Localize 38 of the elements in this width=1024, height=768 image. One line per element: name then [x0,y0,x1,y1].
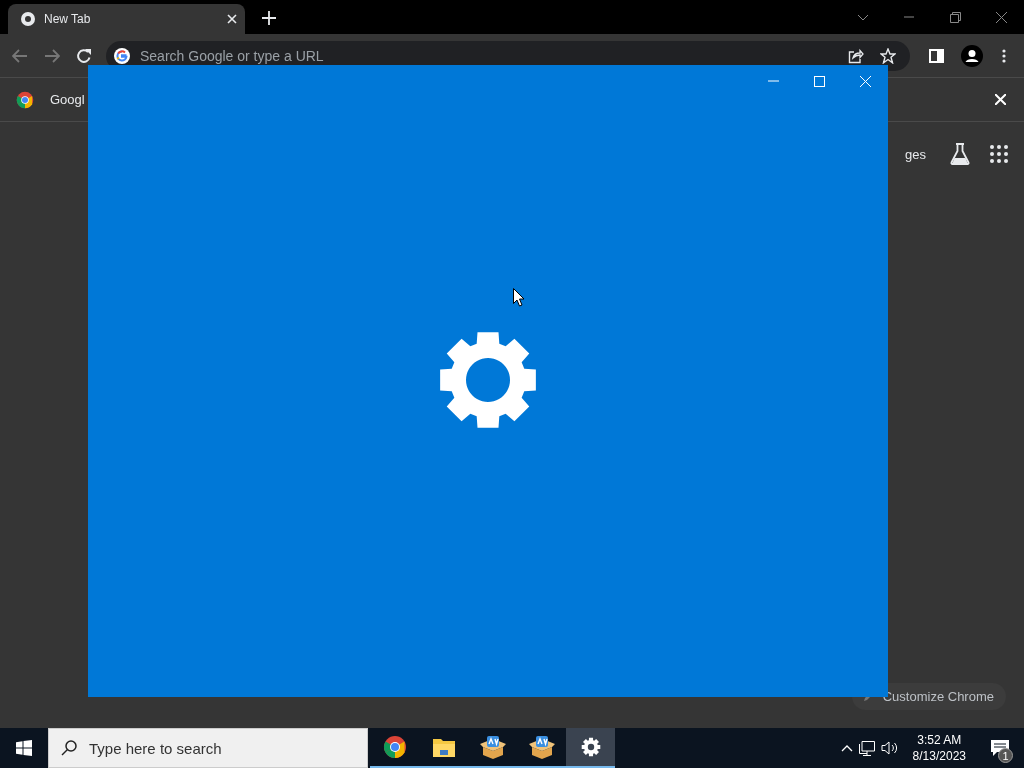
close-icon[interactable] [995,11,1007,23]
star-icon[interactable] [880,47,896,64]
share-icon[interactable] [848,47,864,64]
flask-icon[interactable] [950,143,970,165]
maximize-icon[interactable] [813,75,825,87]
browser-tab[interactable]: New Tab [8,4,245,34]
profile-icon[interactable] [961,44,983,67]
box-icon [479,735,506,759]
taskbar-search-field[interactable]: Type here to search [87,738,355,758]
gear-icon [580,737,601,757]
side-panel-icon[interactable] [928,48,944,63]
back-icon[interactable] [12,48,28,63]
reload-icon[interactable] [76,47,92,64]
taskbar-app-button[interactable] [566,728,615,768]
apps-grid-icon[interactable] [990,145,1008,163]
menu-icon[interactable] [1002,48,1006,63]
taskbar-search-box[interactable]: Type here to search [48,728,368,768]
address-field[interactable]: Search Google or type a URL [138,46,840,65]
network-icon[interactable] [858,740,875,756]
search-icon [61,740,77,756]
gear-icon [439,331,537,429]
clock-date[interactable]: 8/13/2023 [912,748,966,764]
google-icon [114,47,130,64]
notifications-button[interactable]: 1 [980,728,1020,768]
restore-icon[interactable] [949,11,961,23]
folder-icon [431,736,456,758]
volume-icon[interactable] [880,740,899,756]
banner-text: Googl [50,92,85,107]
cursor-icon [513,288,525,307]
windows-icon[interactable] [16,740,32,756]
chevron-up-icon[interactable] [840,744,853,752]
forward-icon[interactable] [44,48,60,63]
chevron-down-icon[interactable] [857,13,869,21]
box-icon [528,735,555,759]
images-link[interactable]: ges [905,146,926,162]
plus-icon[interactable] [262,11,276,25]
notification-count: 1 [998,748,1013,763]
clock-time[interactable]: 3:52 AM [917,732,962,748]
